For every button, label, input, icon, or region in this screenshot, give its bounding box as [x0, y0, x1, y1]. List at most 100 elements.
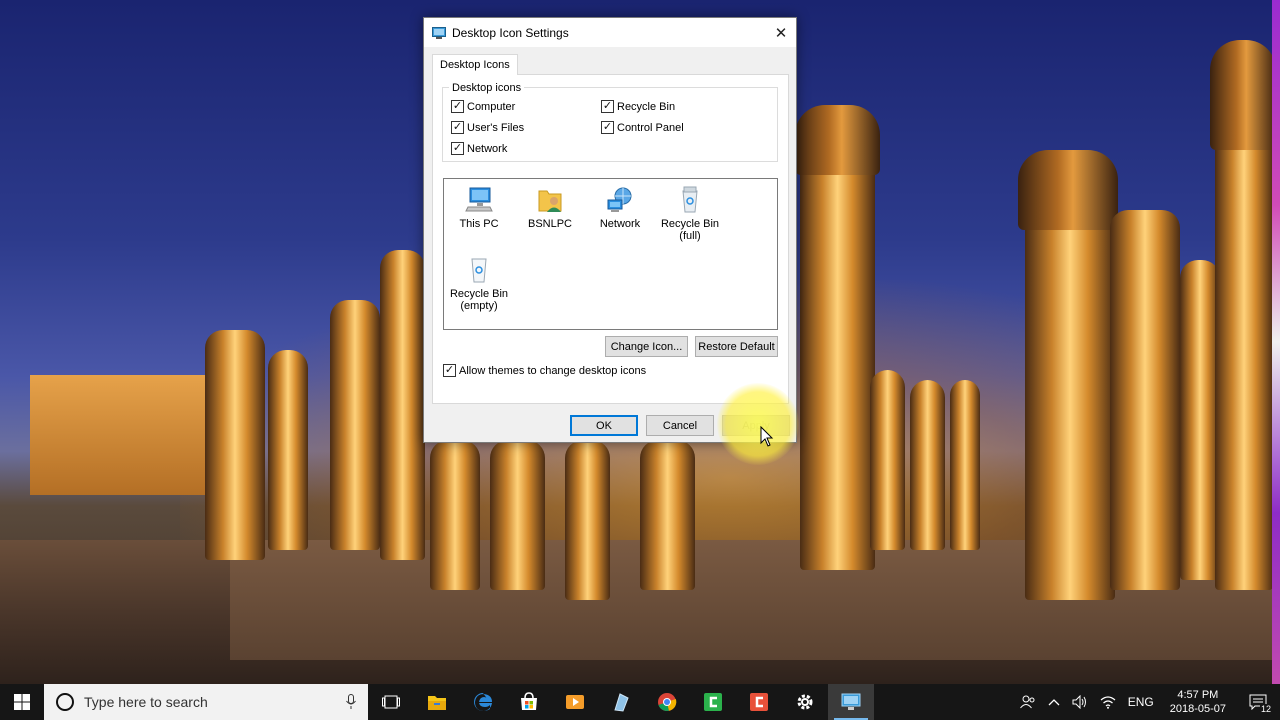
icon-item-recycle-bin-full[interactable]: Recycle Bin (full): [655, 185, 725, 242]
people-button[interactable]: [1014, 684, 1042, 720]
checkbox-box[interactable]: ✓: [601, 121, 614, 134]
checkbox-users-files[interactable]: ✓ User's Files: [451, 121, 524, 134]
icon-label: Recycle Bin (full): [660, 218, 720, 242]
temple-column: [380, 250, 425, 560]
checkbox-recycle-bin[interactable]: ✓ Recycle Bin: [601, 100, 675, 113]
checkbox-box[interactable]: ✓: [443, 364, 456, 377]
user-folder-icon: [535, 185, 565, 215]
checkbox-box[interactable]: ✓: [451, 100, 464, 113]
temple-column: [950, 380, 980, 550]
temple-column: [800, 130, 875, 570]
temple-column: [430, 440, 480, 590]
taskbar-app-settings[interactable]: [782, 684, 828, 720]
apply-button[interactable]: Apply: [722, 415, 790, 436]
paint-icon: [614, 693, 629, 712]
temple-column: [1110, 210, 1180, 590]
temple-column: [490, 440, 545, 590]
chrome-icon: [658, 693, 677, 712]
desktop-settings-icon: [432, 26, 446, 39]
dialog-title: Desktop Icon Settings: [452, 25, 569, 40]
taskbar-app-camtasia-red[interactable]: [736, 684, 782, 720]
checkbox-box[interactable]: ✓: [451, 121, 464, 134]
checkbox-control-panel[interactable]: ✓ Control Panel: [601, 121, 684, 134]
clock-date: 2018-05-07: [1169, 703, 1226, 715]
temple-column: [565, 440, 610, 600]
checkbox-computer[interactable]: ✓ Computer: [451, 100, 515, 113]
dialog-titlebar[interactable]: Desktop Icon Settings ✕: [424, 18, 796, 47]
edge-icon: [474, 693, 492, 711]
show-hidden-icons-button[interactable]: [1042, 684, 1066, 720]
temple-column: [268, 350, 308, 550]
taskbar-search[interactable]: Type here to search: [44, 684, 368, 720]
media-player-icon: [566, 695, 584, 709]
temple-column: [1025, 180, 1115, 600]
clock-time: 4:57 PM: [1177, 689, 1219, 701]
ok-button[interactable]: OK: [570, 415, 638, 436]
task-view-icon: [382, 695, 400, 709]
taskbar-app-file-explorer[interactable]: [414, 684, 460, 720]
temple-column: [1215, 120, 1273, 590]
checkbox-label: Computer: [467, 100, 516, 113]
notification-count-badge: 12: [1259, 704, 1272, 714]
icon-item-network[interactable]: Network: [585, 185, 655, 230]
camtasia-green-icon: [704, 693, 722, 711]
checkbox-box[interactable]: ✓: [601, 100, 614, 113]
temple-column: [205, 330, 265, 560]
recycle-bin-empty-icon: [464, 255, 494, 285]
change-icon-button[interactable]: Change Icon...: [605, 336, 688, 357]
taskbar-app-edge[interactable]: [460, 684, 506, 720]
temple-column-capital: [1210, 40, 1276, 150]
recycle-bin-full-icon: [675, 185, 705, 215]
desktop-icon-settings-app-icon: [841, 693, 861, 710]
computer-icon: [464, 185, 494, 215]
volume-button[interactable]: [1066, 684, 1094, 720]
taskbar-app-desktop-icon-settings[interactable]: [828, 684, 874, 720]
taskbar-app-media-player[interactable]: [552, 684, 598, 720]
settings-icon: [797, 694, 813, 710]
checkbox-box[interactable]: ✓: [451, 142, 464, 155]
close-button[interactable]: ✕: [766, 18, 796, 47]
icon-label: This PC: [459, 218, 499, 230]
temple-pylon: [30, 375, 205, 495]
clock[interactable]: 4:57 PM 2018-05-07: [1160, 684, 1236, 720]
checkbox-label: Network: [467, 142, 508, 155]
language-indicator[interactable]: ENG: [1122, 684, 1160, 720]
group-label: Desktop icons: [449, 82, 525, 94]
temple-column: [640, 440, 695, 590]
temple-column: [870, 370, 905, 550]
icon-item-bsnlpc[interactable]: BSNLPC: [515, 185, 585, 230]
taskbar-app-store[interactable]: [506, 684, 552, 720]
windows-logo-icon: [14, 694, 30, 710]
microphone-icon[interactable]: [346, 694, 356, 710]
checkbox-network[interactable]: ✓ Network: [451, 142, 507, 155]
start-button[interactable]: [0, 684, 44, 720]
icon-item-recycle-bin-empty[interactable]: Recycle Bin (empty): [444, 255, 514, 312]
task-view-button[interactable]: [368, 684, 414, 720]
wifi-icon: [1100, 696, 1116, 709]
taskbar: Type here to search ENG 4:57 PM 2018-05-…: [0, 684, 1280, 720]
icon-label: Network: [599, 218, 641, 230]
checkbox-allow-themes[interactable]: ✓ Allow themes to change desktop icons: [443, 364, 646, 377]
mouse-pointer-icon: [760, 426, 774, 447]
speaker-icon: [1072, 695, 1086, 709]
icon-item-this-pc[interactable]: This PC: [444, 185, 514, 230]
temple-column: [910, 380, 945, 550]
taskbar-app-camtasia-green[interactable]: [690, 684, 736, 720]
icon-label: BSNLPC: [527, 218, 573, 230]
restore-default-button[interactable]: Restore Default: [695, 336, 778, 357]
taskbar-app-paint[interactable]: [598, 684, 644, 720]
chevron-up-icon: [1048, 699, 1060, 706]
taskbar-app-chrome[interactable]: [644, 684, 690, 720]
cancel-button[interactable]: Cancel: [646, 415, 714, 436]
window-edge-strip: [1272, 0, 1280, 684]
network-status-button[interactable]: [1094, 684, 1122, 720]
checkbox-label: User's Files: [467, 121, 525, 134]
tab-desktop-icons[interactable]: Desktop Icons: [432, 54, 518, 75]
temple-column-capital: [1018, 150, 1118, 230]
icon-list[interactable]: This PC BSNLPC Network Recycle Bin (full…: [443, 178, 778, 330]
action-center-button[interactable]: 12: [1236, 684, 1280, 720]
cortana-icon: [56, 693, 74, 711]
icon-label: Recycle Bin (empty): [449, 288, 509, 312]
checkbox-label: Recycle Bin: [617, 100, 676, 113]
people-icon: [1019, 695, 1035, 709]
